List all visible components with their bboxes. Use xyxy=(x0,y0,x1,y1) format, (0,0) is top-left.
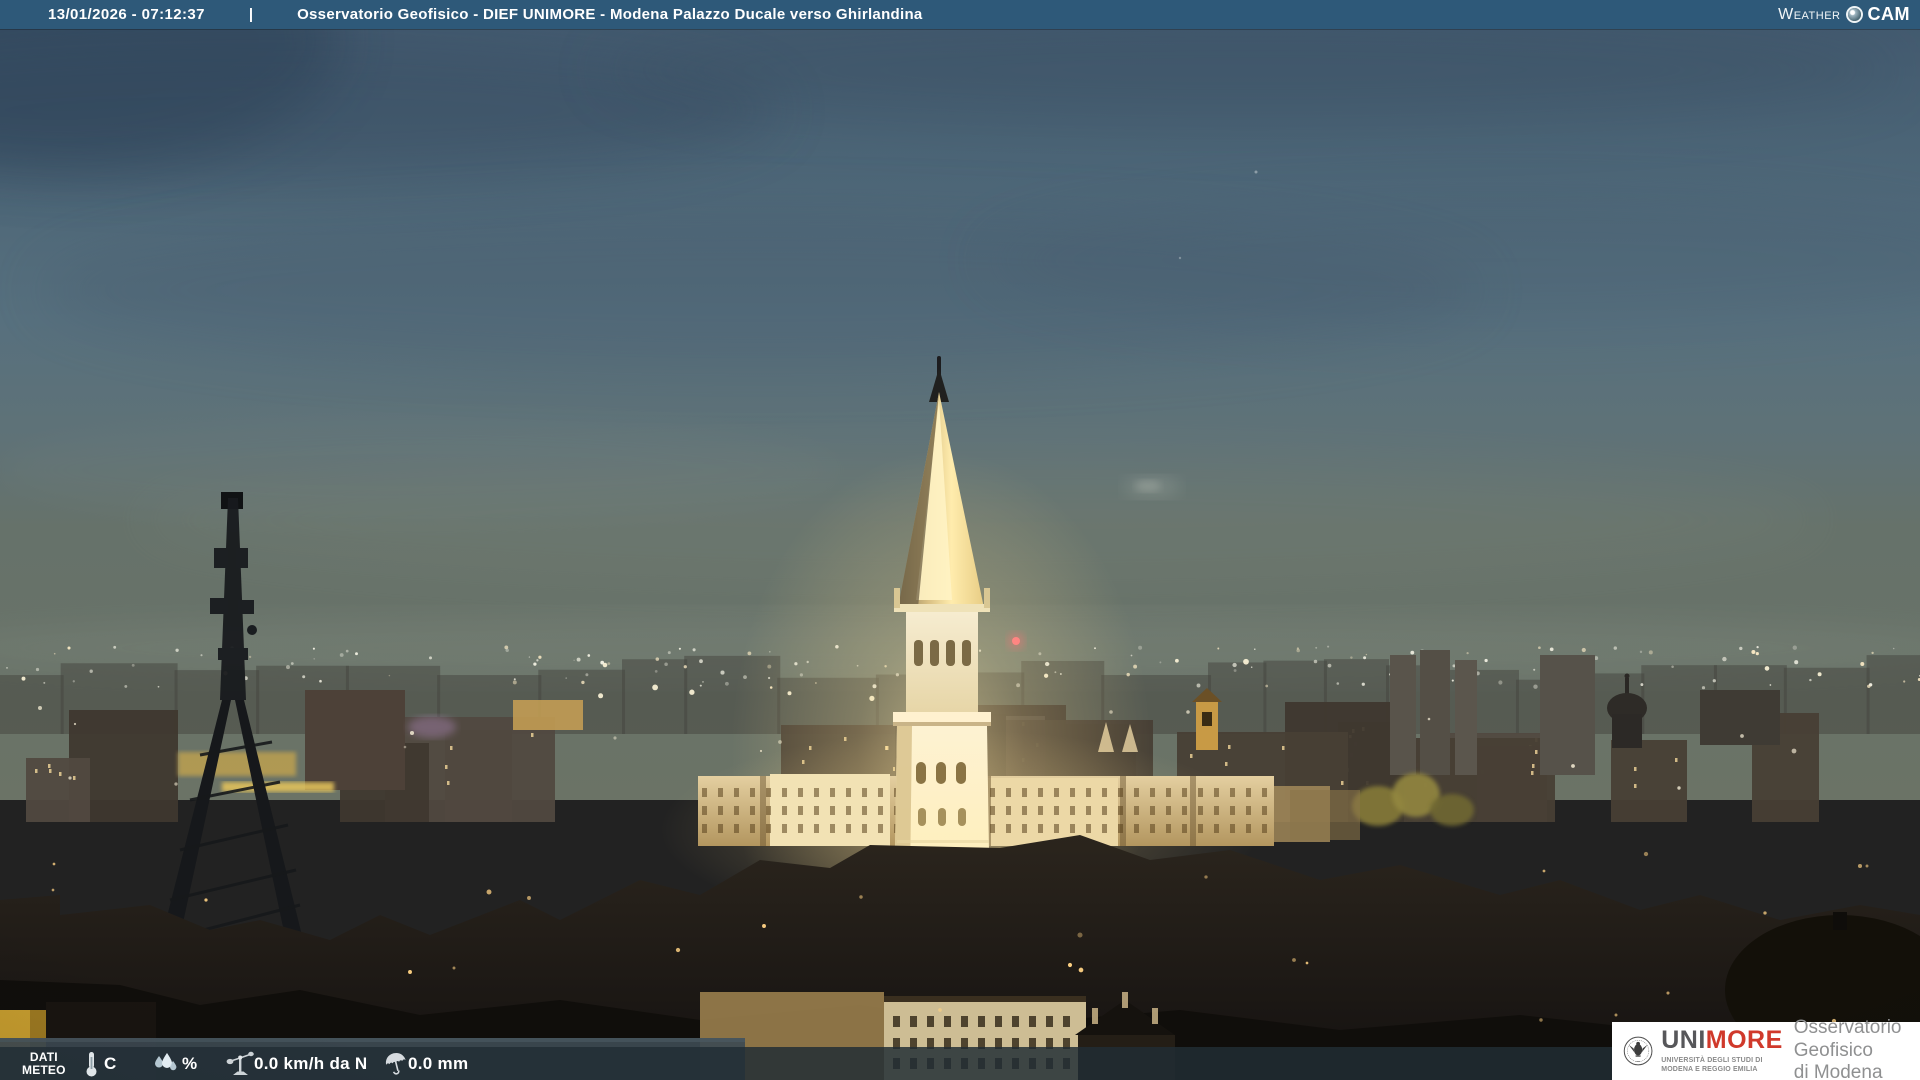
timestamp-bar: 13/01/2026 - 07:12:37 | Osservatorio Geo… xyxy=(0,0,1920,29)
datetime-label: 13/01/2026 - 07:12:37 xyxy=(48,6,205,23)
unimore-wordmark-block: UNIMORE UNIVERSITÀ DEGLI STUDI DI MODENA… xyxy=(1661,1025,1783,1074)
unimore-wordmark: UNIMORE xyxy=(1661,1025,1783,1054)
umbrella-icon xyxy=(384,1047,408,1080)
weathercam-logo: Weather CAM xyxy=(1778,4,1910,25)
unimore-branding-box: UNIMORE UNIVERSITÀ DEGLI STUDI DI MODENA… xyxy=(1612,1017,1920,1080)
wind-value: 0.0 km/h da N xyxy=(254,1053,368,1073)
separator: | xyxy=(248,6,254,23)
unimore-crest xyxy=(1623,1036,1653,1066)
weather-data-label: DATI METEO xyxy=(22,1049,66,1077)
weathercam-logo-weather: Weather xyxy=(1778,5,1841,23)
lens-icon xyxy=(1847,8,1861,21)
humidity-value: % xyxy=(182,1053,198,1073)
webcam-frame: 13/01/2026 - 07:12:37 | Osservatorio Geo… xyxy=(0,0,1920,1080)
university-subtitle: UNIVERSITÀ DEGLI STUDI DI MODENA E REGGI… xyxy=(1661,1056,1763,1073)
thermometer-icon xyxy=(84,1047,99,1080)
observatory-name: Osservatorio Geofisico di Modena xyxy=(1793,1016,1902,1080)
temperature-value: C xyxy=(104,1053,117,1073)
rain-value: 0.0 mm xyxy=(408,1053,469,1073)
anemometer-icon xyxy=(226,1047,254,1080)
droplets-icon xyxy=(152,1047,178,1080)
weathercam-logo-cam: CAM xyxy=(1867,4,1910,24)
webcam-scene xyxy=(0,0,1920,1080)
camera-title: Osservatorio Geofisico - DIEF UNIMORE - … xyxy=(297,6,923,23)
